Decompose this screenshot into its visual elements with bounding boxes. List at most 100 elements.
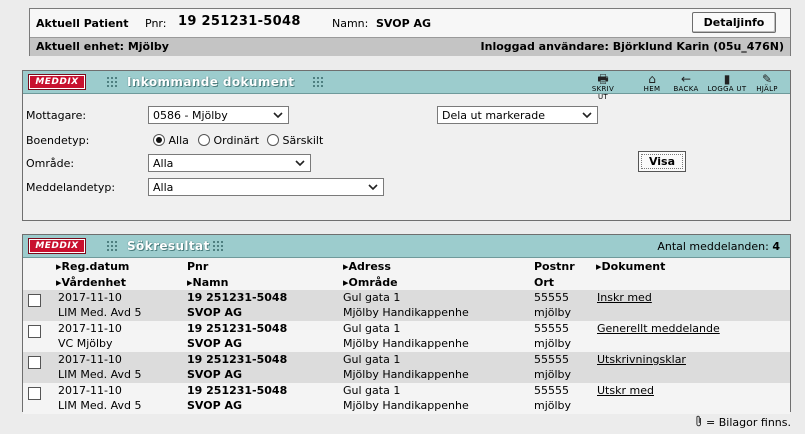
sort-adress[interactable]: ▸Adress: [343, 260, 391, 273]
cell-pnr: 19 251231-5048: [187, 353, 288, 366]
cell-postnr: 55555: [534, 384, 569, 397]
document-link[interactable]: Utskrivningsklar: [597, 353, 686, 366]
sort-omrade[interactable]: ▸Område: [343, 276, 398, 289]
cell-area: Mjölby Handikappenhe: [343, 337, 469, 350]
boendetyp-label: Boendetyp:: [26, 134, 90, 147]
cell-postnr: 55555: [534, 322, 569, 335]
cell-name: SVOP AG: [187, 368, 243, 381]
logout-door-icon: ▮: [723, 72, 731, 86]
help-book-icon: ✎: [761, 72, 773, 86]
omrade-select[interactable]: Alla: [148, 154, 311, 172]
grip-icon: [107, 241, 117, 251]
cell-ort: mjölby: [534, 368, 572, 381]
cell-area: Mjölby Handikappenhe: [343, 399, 469, 412]
document-link[interactable]: Generellt meddelande: [597, 322, 720, 335]
meddix-logo: MEDDIX: [28, 238, 86, 254]
header-ort: Ort: [534, 276, 555, 289]
incoming-panel-header: MEDDIX Inkommande dokument 🖶 SKRIV UT ⌂ …: [23, 71, 790, 101]
document-link[interactable]: Utskr med: [597, 384, 654, 397]
radio-button[interactable]: [267, 134, 279, 146]
cell-date: 2017-11-10: [58, 384, 122, 397]
grip-icon: [107, 77, 117, 87]
name-label: Namn:: [332, 17, 369, 30]
cell-address: Gul gata 1: [343, 291, 401, 304]
incoming-documents-panel: MEDDIX Inkommande dokument 🖶 SKRIV UT ⌂ …: [22, 70, 791, 221]
cell-postnr: 55555: [534, 353, 569, 366]
cell-unit: LIM Med. Avd 5: [58, 306, 142, 319]
sort-regdatum[interactable]: ▸Reg.datum: [56, 260, 129, 273]
patient-header: Aktuell Patient Pnr: 19 251231-5048 Namn…: [29, 8, 791, 56]
results-panel-header: MEDDIX Sökresultat Antal meddelanden: 4: [23, 235, 790, 258]
cell-ort: mjölby: [534, 306, 572, 319]
message-count: Antal meddelanden: 4: [657, 240, 780, 253]
back-arrow-icon: ←: [680, 72, 692, 86]
printer-icon: 🖶: [597, 72, 609, 86]
cell-name: SVOP AG: [187, 399, 243, 412]
chevron-down-icon: [582, 112, 592, 119]
row-checkbox[interactable]: [28, 294, 41, 307]
cell-unit: VC Mjölby: [58, 337, 113, 350]
patient-heading: Aktuell Patient: [36, 17, 129, 30]
row-checkbox[interactable]: [28, 387, 41, 400]
home-tool[interactable]: ⌂ HEM: [641, 73, 663, 93]
cell-pnr: 19 251231-5048: [187, 322, 288, 335]
print-tool[interactable]: 🖶 SKRIV UT: [587, 73, 619, 101]
cell-date: 2017-11-10: [58, 322, 122, 335]
cell-date: 2017-11-10: [58, 291, 122, 304]
cell-address: Gul gata 1: [343, 322, 401, 335]
logout-tool[interactable]: ▮ LOGGA UT: [707, 73, 747, 93]
chevron-down-icon: [295, 160, 305, 167]
omrade-label: Område:: [26, 157, 75, 170]
sort-dokument[interactable]: ▸Dokument: [596, 260, 665, 273]
patient-pnr: 19 251231-5048: [178, 14, 301, 29]
header-pnr: Pnr: [187, 260, 209, 273]
row-checkbox[interactable]: [28, 356, 41, 369]
row-checkbox[interactable]: [28, 325, 41, 338]
cell-postnr: 55555: [534, 291, 569, 304]
cell-unit: LIM Med. Avd 5: [58, 368, 142, 381]
sort-namn[interactable]: ▸Namn: [187, 276, 228, 289]
cell-pnr: 19 251231-5048: [187, 384, 288, 397]
cell-area: Mjölby Handikappenhe: [343, 306, 469, 319]
meddix-logo: MEDDIX: [28, 74, 86, 90]
cell-area: Mjölby Handikappenhe: [343, 368, 469, 381]
patient-name: SVOP AG: [376, 17, 432, 30]
document-link[interactable]: Inskr med: [597, 291, 652, 304]
pnr-label: Pnr:: [145, 17, 167, 30]
grip-icon: [213, 241, 223, 251]
logged-in-user: Inloggad användare: Björklund Karin (05u…: [480, 40, 784, 53]
cell-pnr: 19 251231-5048: [187, 291, 288, 304]
meddelandetyp-label: Meddelandetyp:: [26, 181, 116, 194]
action-select[interactable]: Dela ut markerade: [437, 106, 598, 124]
cell-address: Gul gata 1: [343, 384, 401, 397]
attachment-legend: = Bilagor finns.: [695, 415, 791, 429]
radio-sarskilt[interactable]: Särskilt: [267, 134, 323, 147]
radio-alla[interactable]: Alla: [153, 134, 189, 147]
home-icon: ⌂: [648, 72, 656, 86]
grip-icon: [313, 77, 323, 87]
chevron-down-icon: [368, 184, 378, 191]
current-unit: Aktuell enhet: Mjölby: [36, 40, 169, 53]
visa-button[interactable]: Visa: [638, 151, 686, 172]
incoming-panel-title: Inkommande dokument: [127, 75, 295, 89]
help-tool[interactable]: ✎ HJÄLP: [750, 73, 784, 93]
detaljinfo-button[interactable]: Detaljinfo: [692, 12, 776, 33]
sort-vardenhet[interactable]: ▸Vårdenhet: [56, 276, 126, 289]
mottagare-select[interactable]: 0586 - Mjölby: [148, 106, 289, 124]
paperclip-icon: [695, 415, 701, 427]
cell-ort: mjölby: [534, 337, 572, 350]
header-postnr: Postnr: [534, 260, 575, 273]
radio-button[interactable]: [198, 134, 210, 146]
cell-address: Gul gata 1: [343, 353, 401, 366]
meddelandetyp-select[interactable]: Alla: [148, 178, 384, 196]
cell-ort: mjölby: [534, 399, 572, 412]
results-panel-title: Sökresultat: [127, 239, 210, 253]
cell-date: 2017-11-10: [58, 353, 122, 366]
cell-name: SVOP AG: [187, 306, 243, 319]
back-tool[interactable]: ← BACKA: [669, 73, 703, 93]
mottagare-label: Mottagare:: [26, 109, 87, 122]
cell-name: SVOP AG: [187, 337, 243, 350]
radio-ordinart[interactable]: Ordinärt: [198, 134, 259, 147]
radio-button[interactable]: [153, 134, 165, 146]
cell-unit: LIM Med. Avd 5: [58, 399, 142, 412]
